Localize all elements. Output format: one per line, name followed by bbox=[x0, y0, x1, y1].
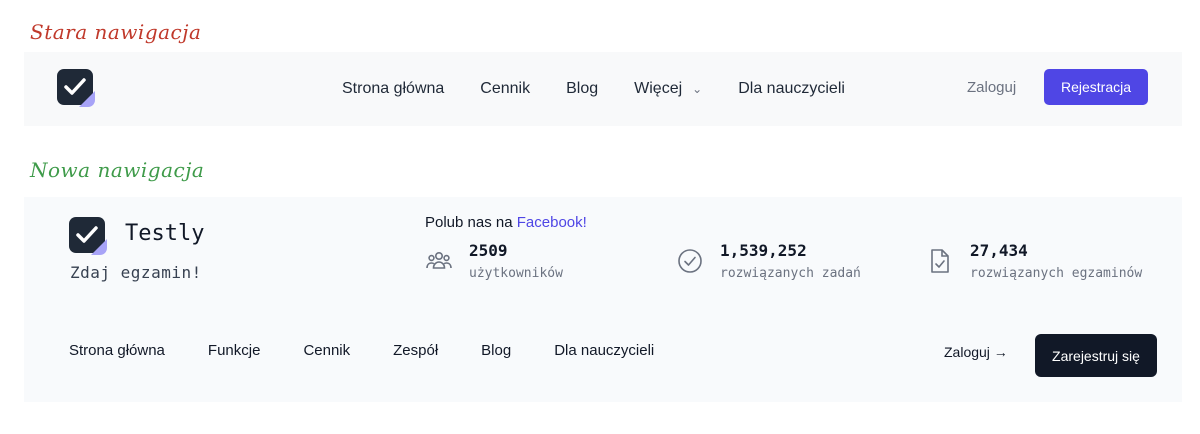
logo-icon[interactable] bbox=[69, 217, 107, 255]
brand-name[interactable]: Testly bbox=[125, 221, 204, 246]
stat-tasks: 1,539,252 rozwiązanych zadań bbox=[676, 241, 861, 281]
nav-link-blog[interactable]: Blog bbox=[566, 80, 598, 98]
login-link[interactable]: Zaloguj bbox=[967, 79, 1016, 96]
new-navigation-label: Nowa nawigacja bbox=[30, 158, 205, 182]
check-circle-icon bbox=[678, 249, 702, 273]
old-navigation: Strona główna Cennik Blog Więcej ⌄ Dla na… bbox=[24, 52, 1182, 126]
nav-link-teachers[interactable]: Dla nauczycieli bbox=[554, 342, 654, 359]
nav-link-blog[interactable]: Blog bbox=[481, 342, 511, 359]
register-button[interactable]: Zarejestruj się bbox=[1035, 334, 1157, 377]
nav-link-more[interactable]: Więcej ⌄ bbox=[634, 80, 702, 98]
nav-link-features[interactable]: Funkcje bbox=[208, 342, 261, 359]
tagline: Zdaj egzamin! bbox=[70, 263, 202, 282]
nav-link-more-label: Więcej bbox=[634, 80, 683, 97]
stat-value: 1,539,252 bbox=[720, 241, 807, 260]
nav-link-pricing[interactable]: Cennik bbox=[480, 80, 530, 98]
users-icon bbox=[426, 252, 452, 269]
nav-link-home[interactable]: Strona główna bbox=[342, 80, 444, 98]
facebook-promo: Polub nas na Facebook! bbox=[425, 214, 587, 231]
new-navigation: Testly Zdaj egzamin! Polub nas na Facebo… bbox=[24, 197, 1182, 402]
stat-caption: użytkowników bbox=[469, 266, 563, 281]
facebook-link[interactable]: Facebook! bbox=[517, 214, 587, 231]
old-navigation-label: Stara nawigacja bbox=[30, 20, 202, 44]
nav-link-home[interactable]: Strona główna bbox=[69, 342, 165, 359]
register-button[interactable]: Rejestracja bbox=[1044, 69, 1148, 105]
nav-link-team[interactable]: Zespół bbox=[393, 342, 438, 359]
stat-caption: rozwiązanych zadań bbox=[720, 266, 861, 281]
nav-link-pricing[interactable]: Cennik bbox=[303, 342, 350, 359]
stat-caption: rozwiązanych egzaminów bbox=[970, 266, 1143, 281]
document-check-icon bbox=[931, 249, 949, 273]
facebook-prefix: Polub nas na bbox=[425, 214, 513, 231]
new-nav-links: Strona główna Funkcje Cennik Zespół Blog… bbox=[69, 342, 697, 359]
login-link[interactable]: Zaloguj → bbox=[944, 344, 1008, 360]
nav-link-teachers[interactable]: Dla nauczycieli bbox=[738, 80, 845, 98]
stat-value: 27,434 bbox=[970, 241, 1028, 260]
chevron-down-icon: ⌄ bbox=[692, 82, 703, 96]
old-nav-links: Strona główna Cennik Blog Więcej ⌄ Dla na… bbox=[342, 52, 881, 126]
stat-value: 2509 bbox=[469, 241, 508, 260]
logo-icon[interactable] bbox=[57, 69, 95, 107]
stat-exams: 27,434 rozwiązanych egzaminów bbox=[926, 241, 1142, 281]
stat-users: 2509 użytkowników bbox=[425, 241, 563, 281]
